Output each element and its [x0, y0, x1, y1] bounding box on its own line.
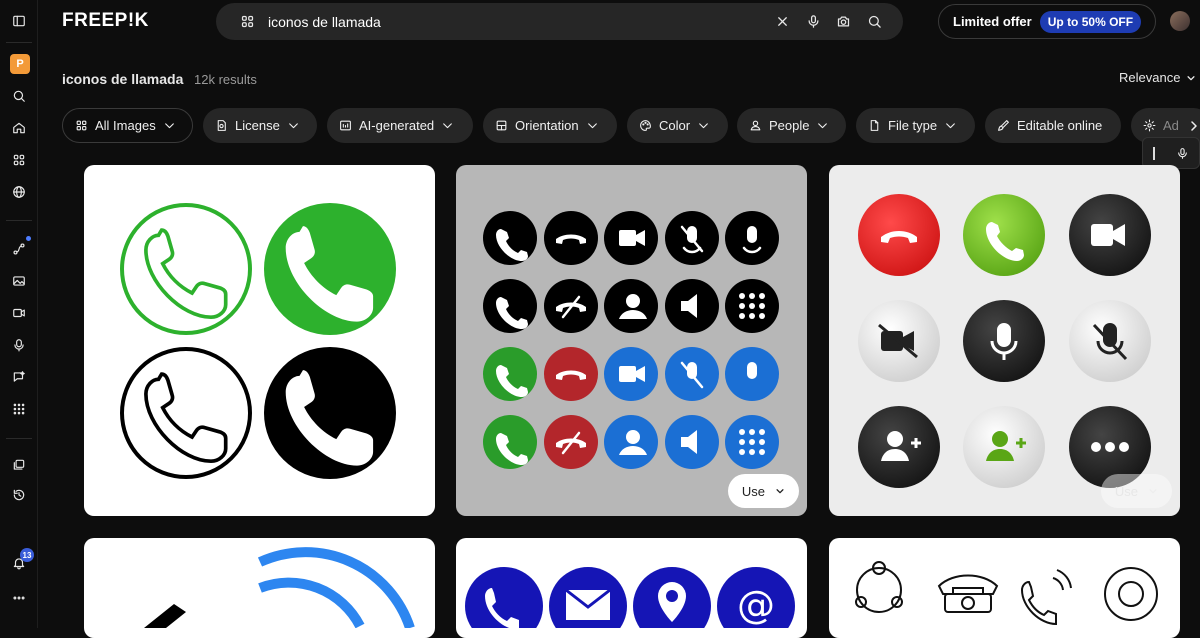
use-button[interactable]: Use [727, 474, 799, 508]
use-label: Use [1114, 483, 1138, 499]
people-icon [750, 120, 761, 131]
svg-text:@: @ [737, 583, 775, 627]
filter-editable-online[interactable]: Editable online [985, 108, 1121, 143]
phone-icons-image [120, 203, 396, 479]
toggle-sidebar-icon[interactable] [8, 10, 30, 32]
scroll-filters-right-icon[interactable] [1188, 117, 1200, 135]
image-generator-icon[interactable] [8, 270, 30, 292]
filter-file-type[interactable]: File type [856, 108, 975, 143]
microphone-icon[interactable] [806, 14, 821, 29]
chevron-down-icon [699, 123, 708, 129]
result-card[interactable] [84, 165, 435, 516]
filter-color[interactable]: Color [627, 108, 728, 143]
use-label: Use [741, 483, 765, 499]
chevron-down-icon [443, 123, 453, 129]
history-icon[interactable] [8, 484, 30, 506]
camera-search-icon[interactable] [836, 14, 851, 29]
sidebar-divider [6, 438, 32, 439]
sidebar-divider [6, 220, 32, 221]
chevron-down-icon [1187, 75, 1195, 80]
use-button[interactable]: Use [1100, 474, 1172, 508]
filter-bar: All Images License AI-generated Orientat… [62, 108, 1200, 144]
result-card[interactable]: Use [829, 165, 1180, 516]
offer-label: Limited offer [953, 14, 1032, 29]
globe-icon[interactable] [8, 181, 30, 203]
result-card[interactable]: Use [456, 165, 807, 516]
search-icon[interactable] [8, 85, 30, 107]
palette-icon [640, 120, 651, 131]
chevron-down-icon [946, 123, 955, 129]
audio-icon[interactable] [8, 334, 30, 356]
offer-discount-badge: Up to 50% OFF [1039, 10, 1142, 33]
chevron-down-icon [776, 489, 784, 494]
clear-search-icon[interactable] [775, 14, 790, 29]
assistant-icon[interactable] [8, 366, 30, 388]
chevron-down-icon [587, 123, 597, 129]
result-card[interactable] [829, 538, 1180, 638]
more-options-icon[interactable] [8, 587, 30, 609]
phone-waves-image [144, 547, 415, 630]
gear-icon [1143, 119, 1156, 132]
file-icon [870, 120, 879, 131]
video-icon[interactable] [8, 302, 30, 324]
apps-icon[interactable] [8, 149, 30, 171]
filter-people[interactable]: People [737, 108, 846, 143]
grid-icon [76, 120, 87, 131]
freepik-logo[interactable]: FREEP!K [62, 10, 149, 32]
contact-icons-image: @ [465, 567, 795, 638]
limited-offer-button[interactable]: Limited offer Up to 50% OFF [938, 4, 1156, 39]
results-query-title: iconos de llamada [62, 71, 184, 87]
chevron-down-icon [1149, 489, 1157, 494]
chevron-down-icon [288, 123, 298, 129]
call-buttons-3d-image [858, 194, 1151, 488]
filter-label: Ad [1163, 118, 1179, 133]
sort-dropdown[interactable]: Relevance [1119, 70, 1196, 85]
notification-count-badge: 13 [20, 548, 34, 562]
license-icon [217, 120, 226, 131]
filter-orientation[interactable]: Orientation [483, 108, 617, 143]
text-cursor-icon [1153, 146, 1156, 160]
filter-label: All Images [95, 118, 156, 133]
sidebar: P 13 [0, 0, 38, 628]
filter-label: Color [659, 118, 691, 133]
filter-label: License [235, 118, 280, 133]
filter-ai-generated[interactable]: AI-generated [327, 108, 473, 143]
filter-license[interactable]: License [203, 108, 317, 143]
filter-label: AI-generated [359, 118, 435, 133]
filter-label: File type [888, 118, 938, 133]
results-count: 12k results [194, 72, 257, 87]
ai-icon [340, 120, 351, 131]
filter-label: People [769, 118, 810, 133]
search-bar[interactable] [216, 3, 903, 40]
chevron-down-icon [164, 123, 174, 129]
all-tools-icon[interactable] [8, 398, 30, 420]
result-card[interactable] [84, 538, 435, 638]
line-phone-icons-image [855, 561, 1158, 626]
workflow-icon[interactable] [8, 238, 30, 260]
sidebar-divider [6, 42, 32, 43]
new-indicator [26, 236, 31, 241]
result-card[interactable]: @ [456, 538, 807, 638]
collections-icon[interactable] [8, 454, 30, 476]
sort-label: Relevance [1119, 70, 1181, 85]
filter-all-images[interactable]: All Images [62, 108, 193, 143]
asset-type-icon[interactable] [240, 14, 255, 29]
brush-icon [998, 120, 1009, 131]
chevron-down-icon [818, 123, 828, 129]
user-avatar[interactable] [1170, 11, 1190, 31]
orientation-icon [496, 120, 507, 131]
workspace-avatar[interactable]: P [10, 54, 30, 74]
filter-label: Editable online [1017, 118, 1103, 133]
search-submit-icon[interactable] [867, 14, 882, 29]
home-icon[interactable] [8, 117, 30, 139]
search-input[interactable] [268, 9, 768, 34]
filter-label: Orientation [515, 118, 579, 133]
microphone-icon[interactable] [1176, 147, 1189, 160]
call-ui-icons-image [483, 211, 779, 469]
